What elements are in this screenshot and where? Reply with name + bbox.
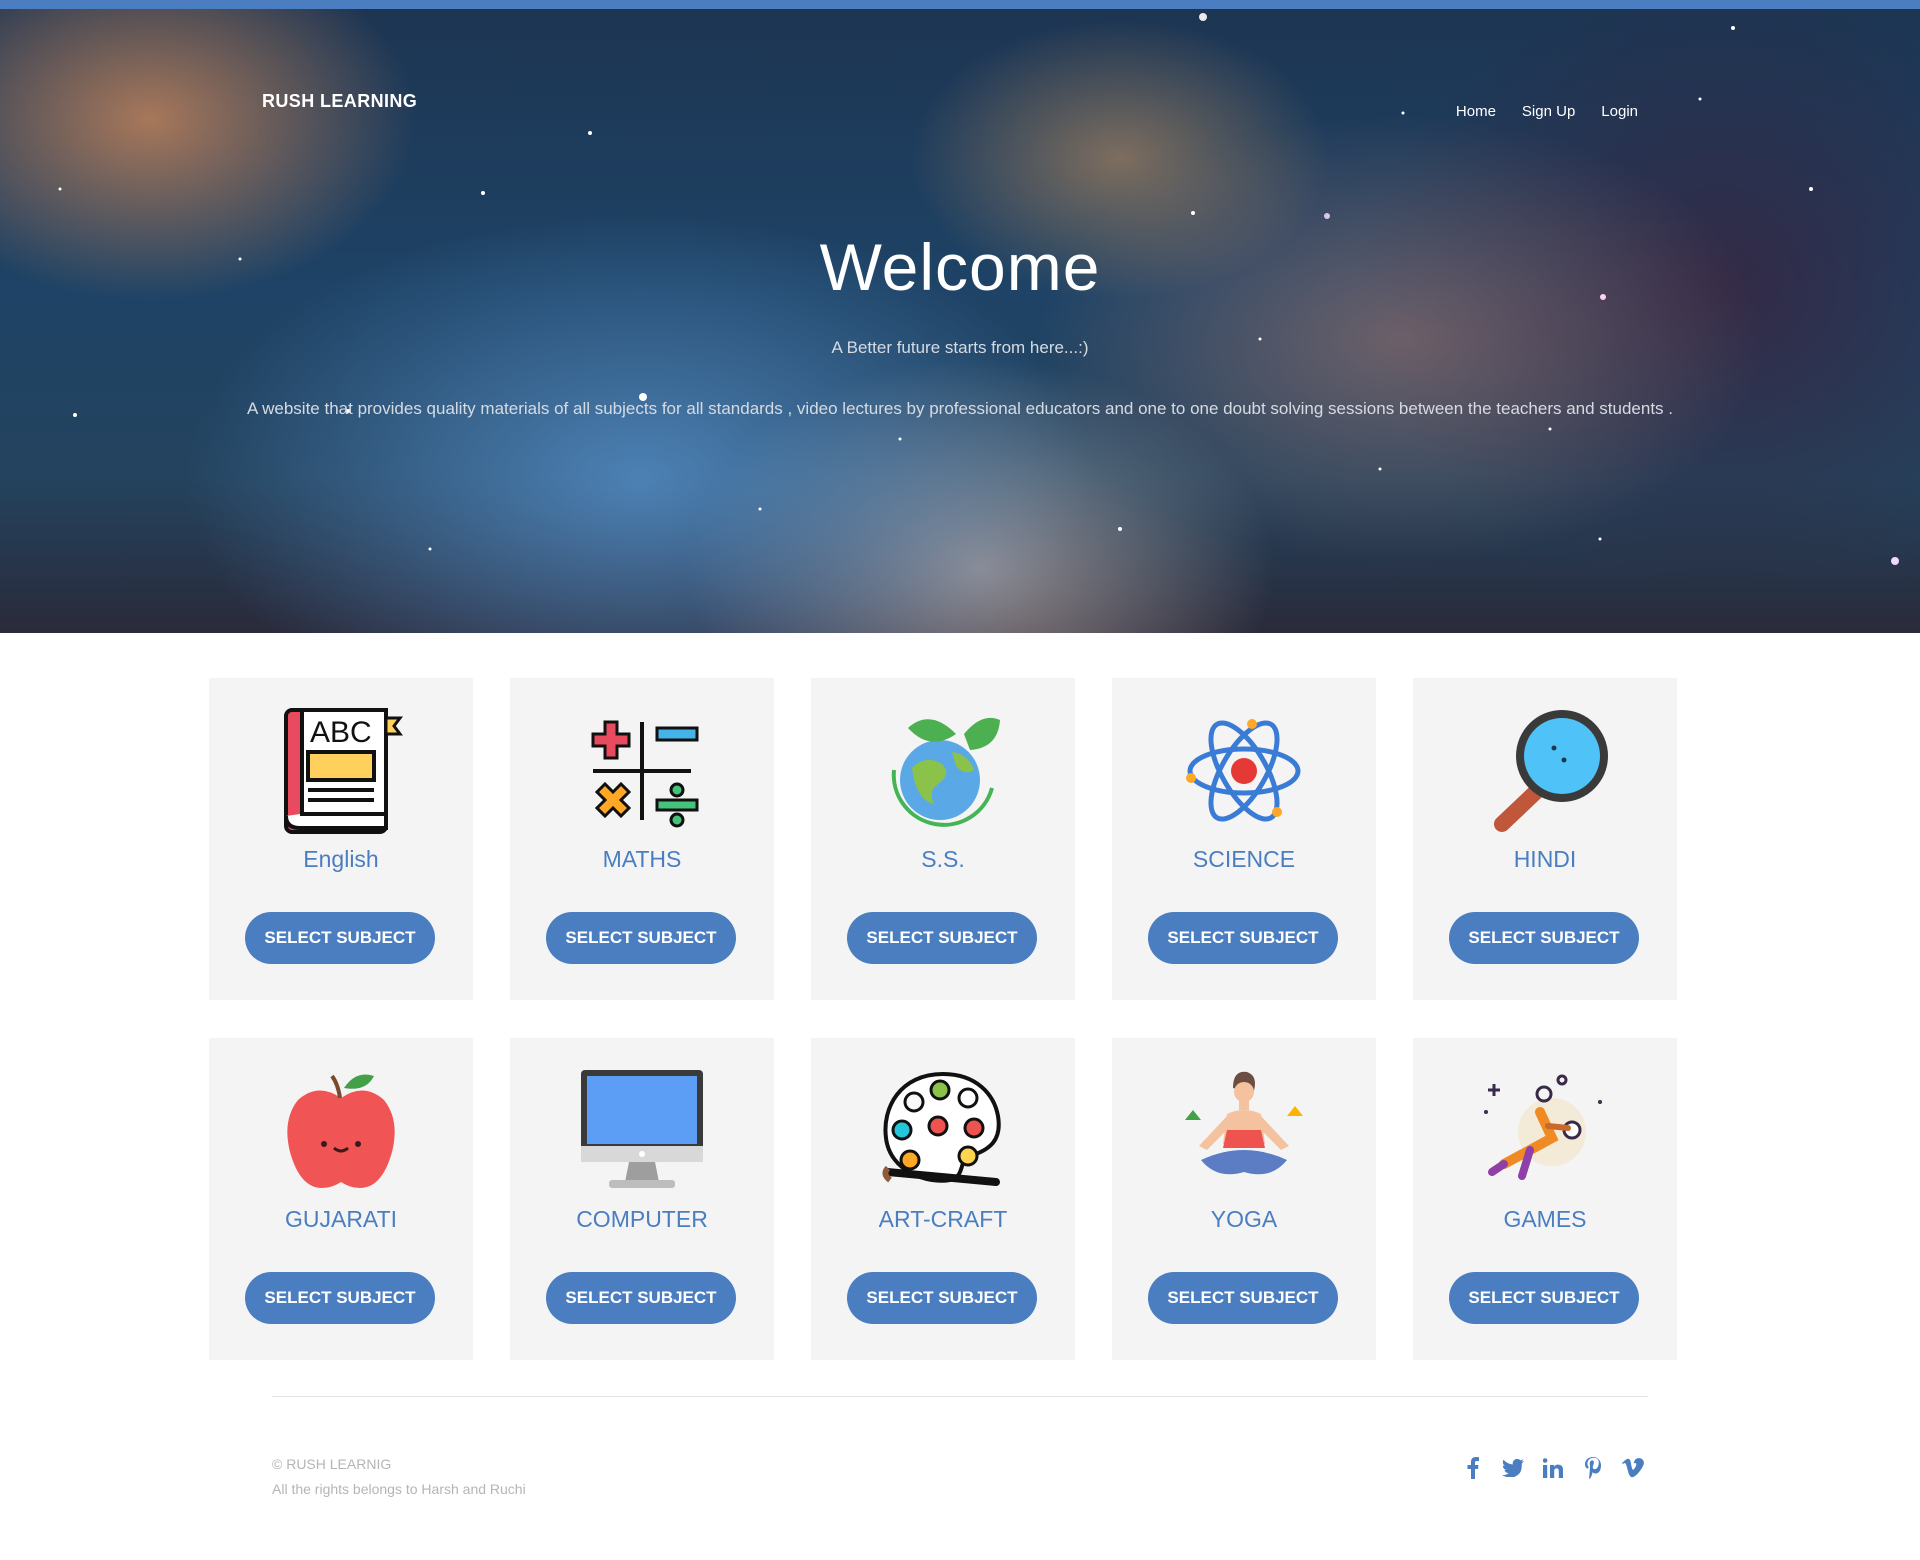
subject-name: YOGA xyxy=(1210,1206,1278,1232)
footer-copyright: © RUSH LEARNIG xyxy=(272,1456,392,1472)
main-nav: Home Sign Up Login xyxy=(1456,103,1638,120)
subject-name: English xyxy=(303,846,379,872)
select-subject-button[interactable]: SELECT SUBJECT xyxy=(1148,912,1338,964)
select-subject-button[interactable]: SELECT SUBJECT xyxy=(546,912,736,964)
hero-title: Welcome xyxy=(819,230,1101,304)
subject-name: HINDI xyxy=(1513,846,1577,872)
subject-card-yoga: YOGA SELECT SUBJECT xyxy=(1112,1038,1376,1360)
select-subject-button[interactable]: SELECT SUBJECT xyxy=(847,912,1037,964)
subject-name: MATHS xyxy=(602,846,682,872)
subject-name: GAMES xyxy=(1503,1206,1587,1232)
svg-text:ABC: ABC xyxy=(310,716,372,749)
subject-name: GUJARATI xyxy=(284,1206,398,1232)
player-icon xyxy=(1484,1074,1602,1180)
facebook-icon[interactable] xyxy=(1462,1456,1484,1480)
select-subject-button[interactable]: SELECT SUBJECT xyxy=(245,912,435,964)
hero-subtitle: A Better future starts from here...:) xyxy=(831,338,1089,357)
subject-card-english: ABC English SELECT SUBJECT xyxy=(209,678,473,1000)
social-links xyxy=(1462,1456,1644,1480)
vimeo-icon[interactable] xyxy=(1622,1456,1644,1480)
subject-card-hindi: HINDI SELECT SUBJECT xyxy=(1413,678,1677,1000)
subject-card-games: GAMES SELECT SUBJECT xyxy=(1413,1038,1677,1360)
select-subject-button[interactable]: SELECT SUBJECT xyxy=(245,1272,435,1324)
footer-divider xyxy=(272,1396,1648,1397)
nav-login[interactable]: Login xyxy=(1601,103,1638,120)
subject-name: S.S. xyxy=(921,846,965,872)
hero-description: A website that provides quality material… xyxy=(247,399,1673,418)
globe-leaf-icon xyxy=(891,717,1000,827)
subject-card-ss: S.S. SELECT SUBJECT xyxy=(811,678,1075,1000)
apple-icon xyxy=(287,1074,395,1188)
site-brand[interactable]: RUSH LEARNING xyxy=(262,91,417,112)
select-subject-button[interactable]: SELECT SUBJECT xyxy=(847,1272,1037,1324)
select-subject-button[interactable]: SELECT SUBJECT xyxy=(1449,912,1639,964)
footer-rights: All the rights belongs to Harsh and Ruch… xyxy=(272,1481,526,1497)
top-accent-bar xyxy=(0,0,1920,9)
subject-name: COMPUTER xyxy=(576,1206,708,1232)
select-subject-button[interactable]: SELECT SUBJECT xyxy=(1449,1272,1639,1324)
subject-card-computer: COMPUTER SELECT SUBJECT xyxy=(510,1038,774,1360)
subject-name: SCIENCE xyxy=(1192,846,1296,872)
atom-icon xyxy=(1186,719,1301,822)
linkedin-icon[interactable] xyxy=(1542,1456,1564,1480)
twitter-icon[interactable] xyxy=(1502,1456,1524,1480)
hero-banner: RUSH LEARNING Home Sign Up Login Welcome… xyxy=(0,9,1920,633)
select-subject-button[interactable]: SELECT SUBJECT xyxy=(546,1272,736,1324)
subject-name: ART-CRAFT xyxy=(878,1206,1008,1232)
yoga-icon xyxy=(1185,1071,1303,1175)
pinterest-icon[interactable] xyxy=(1582,1456,1604,1480)
subject-card-maths: MATHS SELECT SUBJECT xyxy=(510,678,774,1000)
subject-card-science: SCIENCE SELECT SUBJECT xyxy=(1112,678,1376,1000)
nav-home[interactable]: Home xyxy=(1456,103,1496,120)
monitor-icon xyxy=(581,1070,703,1188)
subject-card-gujarati: GUJARATI SELECT SUBJECT xyxy=(209,1038,473,1360)
math-symbols-icon xyxy=(591,720,699,828)
book-abc-icon: ABC xyxy=(284,708,403,834)
select-subject-button[interactable]: SELECT SUBJECT xyxy=(1148,1272,1338,1324)
magnifier-icon xyxy=(1494,710,1608,832)
nav-sign-up[interactable]: Sign Up xyxy=(1522,103,1575,120)
palette-icon xyxy=(882,1071,1001,1186)
subject-card-art-craft: ART-CRAFT SELECT SUBJECT xyxy=(811,1038,1075,1360)
